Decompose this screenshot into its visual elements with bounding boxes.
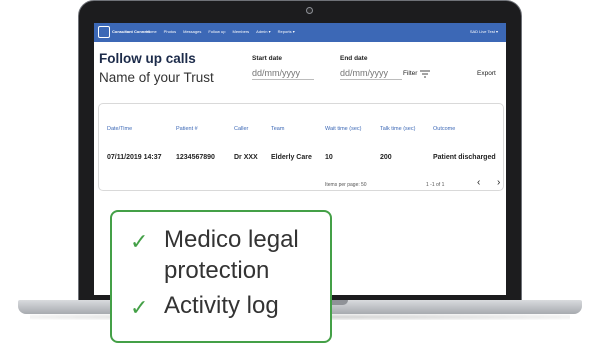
app-logo-icon [98,26,110,38]
filter-icon[interactable] [420,70,430,78]
top-navbar: Consultant Connect Home Photos Messages … [94,23,506,42]
filter-button[interactable]: Filter [403,70,417,77]
nav-item-home[interactable]: Home [146,29,157,35]
end-date-label: End date [340,55,368,62]
column-header-team: Team [271,126,285,132]
calls-table: Date/Time Patient # Caller Team Wait tim… [98,103,504,191]
cell-date-time: 07/11/2019 14:37 [107,154,162,161]
feature-activity-log: Activity log [164,292,279,319]
start-date-label: Start date [252,55,282,62]
cell-caller: Dr XXX [234,154,258,161]
app-logo-text: Consultant Connect [112,29,150,34]
column-header-patient: Patient # [176,126,198,132]
camera-icon [306,7,313,14]
column-header-outcome: Outcome [433,126,456,132]
items-per-page-select[interactable]: 50 [361,182,367,188]
export-button[interactable]: Export [477,70,496,77]
nav-item-photos[interactable]: Photos [164,29,176,35]
nav-item-messages[interactable]: Messages [183,29,201,35]
user-menu[interactable]: SAD Live Test ▾ [470,29,498,35]
nav-item-follow-up[interactable]: Follow up [208,29,225,35]
cell-outcome: Patient discharged [433,154,496,161]
items-per-page-label: Items per page: [325,182,360,188]
trust-name: Name of your Trust [99,70,214,85]
nav-item-admin[interactable]: Admin ▾ [256,29,270,35]
cell-team: Elderly Care [271,154,312,161]
page-range: 1 -1 of 1 [426,182,445,188]
column-header-wait-time: Wait time (sec) [325,126,362,132]
feature-protection: protection [164,257,270,284]
chevron-right-icon[interactable]: › [497,178,500,188]
start-date-input[interactable] [252,67,314,80]
check-icon: ✓ [130,295,149,320]
cell-wait-time: 10 [325,154,333,161]
nav-menu: Home Photos Messages Follow up Members A… [146,29,295,35]
marketing-graphic: Consultant Connect Home Photos Messages … [0,0,600,343]
end-date-input[interactable] [340,67,402,80]
cell-talk-time: 200 [380,154,392,161]
nav-item-reports[interactable]: Reports ▾ [278,29,295,35]
column-header-talk-time: Talk time (sec) [380,126,416,132]
chevron-left-icon[interactable]: ‹ [477,178,480,188]
feature-medico-legal: Medico legal [164,226,299,253]
cell-patient: 1234567890 [176,154,215,161]
column-header-date-time: Date/Time [107,126,133,132]
column-header-caller: Caller [234,126,249,132]
page-title: Follow up calls [99,51,196,66]
check-icon: ✓ [130,229,149,254]
nav-item-members[interactable]: Members [232,29,249,35]
feature-callout: ✓ Medico legal protection ✓ Activity log [110,210,332,343]
